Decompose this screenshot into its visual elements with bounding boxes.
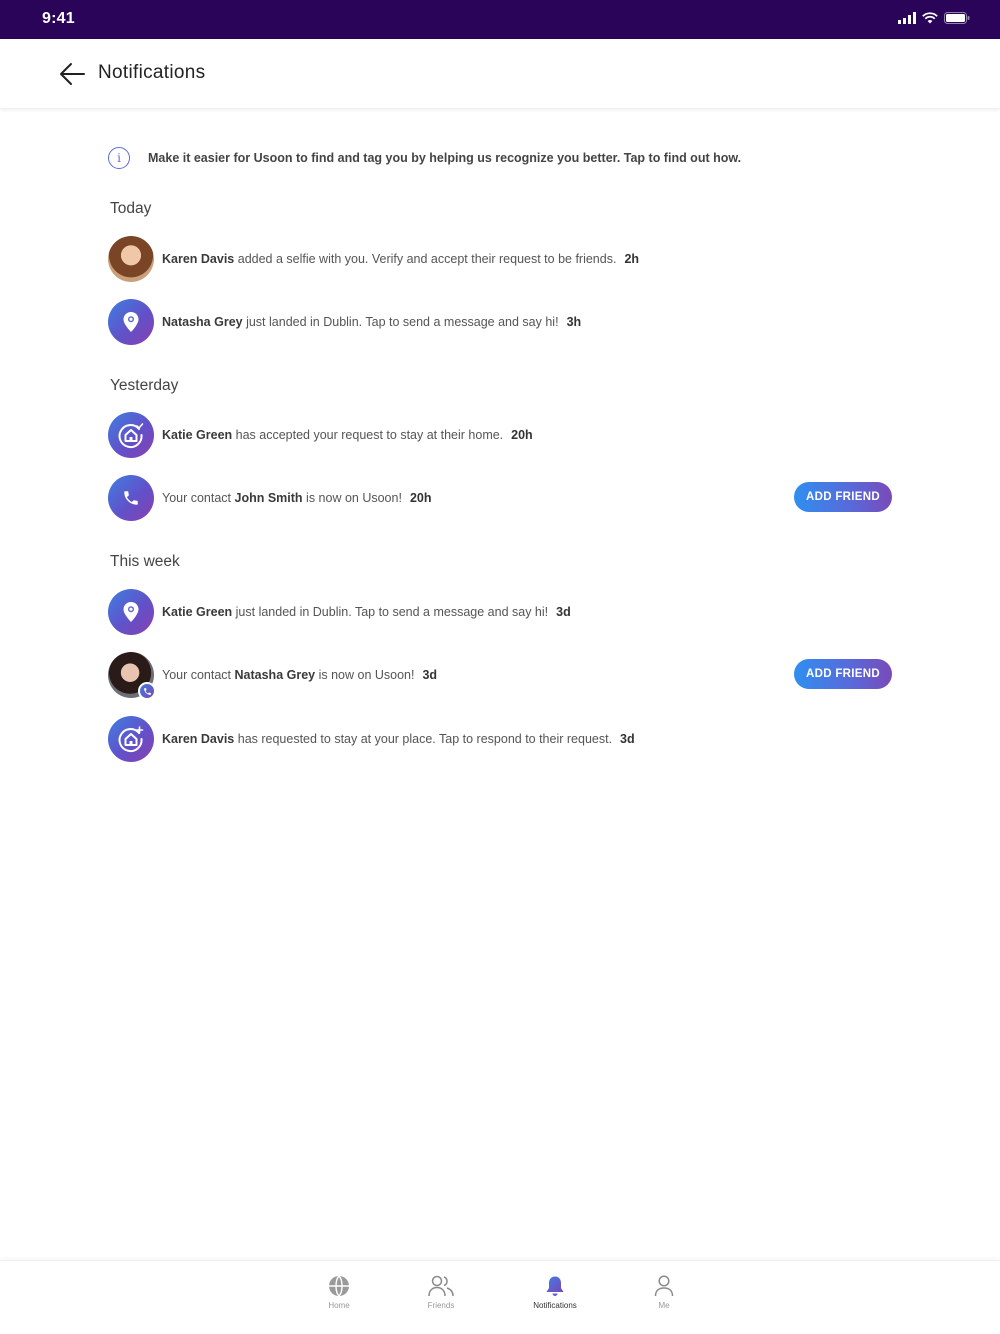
home-request-icon	[108, 716, 154, 762]
notification-time: 3d	[556, 605, 571, 619]
avatar	[108, 236, 154, 282]
notification-item[interactable]: Karen Davis added a selfie with you. Ver…	[108, 236, 892, 282]
phone-badge-icon	[138, 682, 156, 700]
status-icons	[898, 12, 970, 24]
header: Notifications	[0, 39, 1000, 109]
home-accepted-icon	[108, 412, 154, 458]
section-title-today: Today	[110, 200, 152, 217]
status-bar: 9:41	[0, 0, 1000, 39]
notification-time: 20h	[409, 491, 432, 505]
back-arrow-icon[interactable]	[58, 61, 86, 87]
notification-time: 3d	[620, 732, 635, 746]
add-friend-button[interactable]: ADD FRIEND	[794, 659, 892, 689]
friends-icon	[428, 1275, 454, 1297]
page-title: Notifications	[98, 62, 206, 83]
info-banner-text: Make it easier for Usoon to find and tag…	[148, 151, 742, 165]
notification-text: Your contact John Smith is now on Usoon!	[162, 491, 402, 505]
tab-notifications[interactable]: Notifications	[510, 1275, 600, 1325]
avatar	[108, 652, 156, 700]
signal-icon	[898, 12, 916, 24]
info-banner[interactable]: i Make it easier for Usoon to find and t…	[108, 147, 908, 169]
tab-home[interactable]: Home	[294, 1275, 384, 1325]
notification-text: Karen Davis added a selfie with you. Ver…	[162, 252, 617, 266]
tab-friends[interactable]: Friends	[396, 1275, 486, 1325]
notification-text: Katie Green just landed in Dublin. Tap t…	[162, 605, 549, 619]
notification-item[interactable]: Karen Davis has requested to stay at you…	[108, 716, 892, 762]
tab-label: Friends	[427, 1301, 455, 1310]
notification-item[interactable]: Katie Green just landed in Dublin. Tap t…	[108, 589, 892, 635]
notification-time: 3d	[422, 668, 438, 682]
notification-item[interactable]: Your contact Natasha Grey is now on Usoo…	[108, 652, 892, 700]
location-pin-icon	[108, 299, 154, 345]
notification-time: 20h	[511, 428, 533, 442]
add-friend-button[interactable]: ADD FRIEND	[794, 482, 892, 512]
location-pin-icon	[108, 589, 154, 635]
notification-time: 2h	[624, 252, 640, 266]
bell-icon	[546, 1276, 564, 1296]
notification-time: 3h	[566, 315, 582, 329]
notification-text: Your contact Natasha Grey is now on Usoo…	[162, 668, 415, 682]
tab-label: Home	[328, 1301, 350, 1310]
tab-label: Notifications	[533, 1301, 577, 1310]
battery-icon	[944, 12, 970, 24]
tab-me[interactable]: Me	[619, 1275, 709, 1325]
person-icon	[654, 1275, 674, 1297]
notification-text: Katie Green has accepted your request to…	[162, 428, 504, 442]
notification-text: Karen Davis has requested to stay at you…	[162, 732, 613, 746]
wifi-icon	[922, 12, 938, 24]
notification-item[interactable]: Katie Green has accepted your request to…	[108, 412, 892, 458]
notification-text: Natasha Grey just landed in Dublin. Tap …	[162, 315, 559, 329]
section-title-this-week: This week	[110, 553, 180, 570]
tab-label: Me	[658, 1301, 670, 1310]
section-title-yesterday: Yesterday	[110, 377, 179, 394]
tab-bar: Home Friends Notifications Me	[0, 1260, 1000, 1334]
status-time: 9:41	[42, 10, 75, 27]
phone-icon	[108, 475, 154, 521]
notification-item[interactable]: Natasha Grey just landed in Dublin. Tap …	[108, 299, 892, 345]
globe-icon	[329, 1275, 349, 1297]
info-icon: i	[108, 147, 130, 169]
notification-item[interactable]: Your contact John Smith is now on Usoon!…	[108, 475, 892, 521]
